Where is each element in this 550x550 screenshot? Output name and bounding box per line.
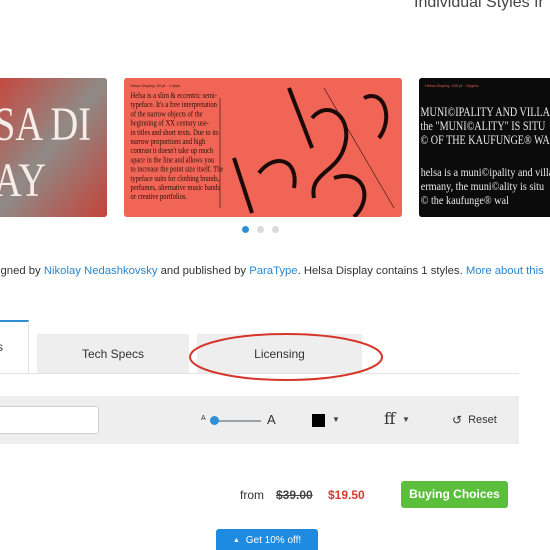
original-price: $39.00 <box>276 488 313 502</box>
slide-3-display-2: the "MUNI©ALITY" IS SITU <box>421 119 546 133</box>
slide-3-body-2: ermany, the muni©ality is situ <box>421 180 545 193</box>
reset-button[interactable]: ↺ Reset <box>452 413 497 427</box>
chevron-down-icon[interactable]: ▼ <box>402 415 410 424</box>
slide-3-body-3: © the kaufunge® wal <box>421 194 509 207</box>
carousel-dot[interactable] <box>257 226 264 233</box>
more-about-link[interactable]: More about this <box>466 265 544 277</box>
designer-link[interactable]: Nikolay Nedashkovsky <box>44 265 158 277</box>
font-size-slider-handle[interactable] <box>210 416 219 425</box>
carousel-dots <box>242 226 279 234</box>
sample-text-input[interactable] <box>0 406 99 434</box>
sale-price: $19.50 <box>328 488 365 502</box>
tabs-divider <box>0 373 519 374</box>
slide-1-line-2: AY <box>0 154 46 207</box>
font-size-large-icon: A <box>267 412 276 427</box>
slide-2-caption: Helsa Display, 30 pt · 1 style <box>130 83 181 88</box>
reset-label: Reset <box>468 414 497 426</box>
reset-icon: ↺ <box>452 413 463 427</box>
desc-suffix: . Helsa Display contains 1 styles. <box>297 265 466 277</box>
slide-3-display-3: © OF THE KAUFUNGE® WALL <box>421 133 550 147</box>
tab-licensing[interactable]: Licensing <box>197 334 362 374</box>
publisher-link[interactable]: ParaType <box>249 265 297 277</box>
page-heading: Individual Styles fr <box>414 0 544 11</box>
chevron-up-icon: ▲ <box>232 537 240 544</box>
desc-middle: and published by <box>157 265 250 277</box>
carousel-slide-2[interactable]: Helsa Display, 30 pt · 1 style Helsa is … <box>124 78 402 217</box>
buying-choices-button[interactable]: Buying Choices <box>401 481 508 508</box>
carousel-dot[interactable] <box>272 226 279 233</box>
text-color-swatch[interactable] <box>312 414 325 427</box>
slide-1-line-1: SA DI <box>0 98 91 151</box>
font-description: igned by Nikolay Nedashkovsky and publis… <box>0 263 550 279</box>
slide-3-display-1: MUNI©IPALITY AND VILLAGO <box>421 105 550 119</box>
price-from-label: from <box>240 488 264 502</box>
carousel-slide-1[interactable]: SA DI AY <box>0 78 107 217</box>
chevron-down-icon[interactable]: ▼ <box>332 415 340 424</box>
slide-2-body-line: or creative portfolios. <box>131 192 188 202</box>
tab-styles-label: s <box>0 340 3 354</box>
carousel-dot[interactable] <box>242 226 249 233</box>
ligatures-button[interactable]: ff <box>384 409 395 428</box>
slide-3-caption: Helsa Display, 100 pt · Glyphs <box>425 83 479 88</box>
font-preview-carousel[interactable]: SA DI AY Helsa Display, 30 pt · 1 style … <box>0 78 550 218</box>
desc-prefix: igned by <box>0 265 44 277</box>
promo-label: Get 10% off! <box>245 535 302 546</box>
font-size-small-icon: A <box>201 415 206 422</box>
carousel-slide-3[interactable]: Helsa Display, 100 pt · Glyphs MUNI©IPAL… <box>419 78 550 217</box>
tab-tech-specs[interactable]: Tech Specs <box>37 334 189 374</box>
slide-3-body-1: helsa is a muni©ipality and villag <box>421 166 550 179</box>
tab-styles-active[interactable]: s <box>0 320 29 374</box>
preview-toolbar: A A ▼ ff ▼ ↺ Reset <box>0 396 519 444</box>
promo-button[interactable]: ▲ Get 10% off! <box>216 529 318 550</box>
